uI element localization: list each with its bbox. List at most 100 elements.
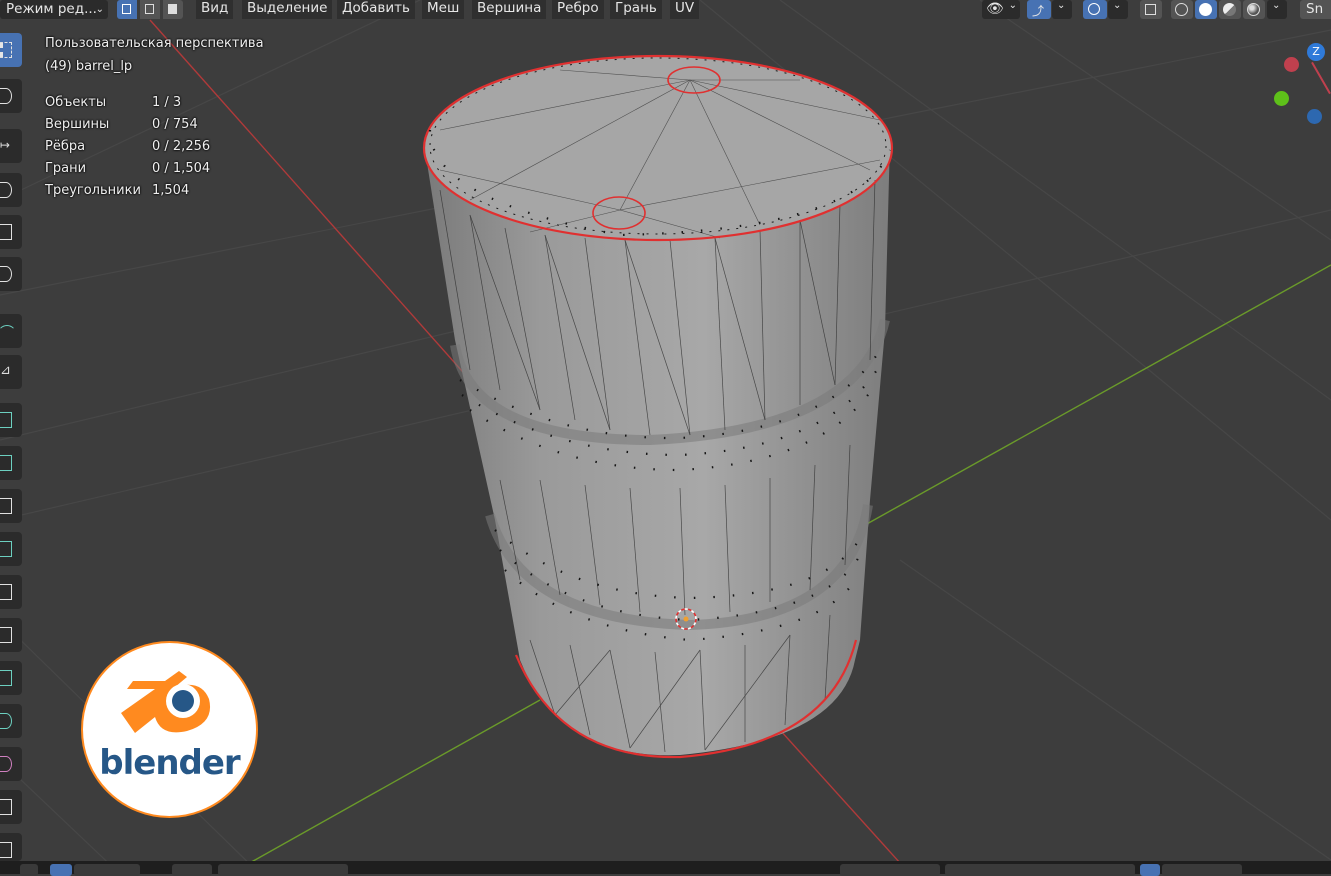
blender-logo: blender bbox=[81, 641, 258, 818]
wireframe-shading-icon bbox=[1175, 3, 1188, 16]
menu-add[interactable]: Добавить bbox=[337, 0, 415, 19]
x-neg-axis-handle[interactable] bbox=[1284, 57, 1299, 72]
stat-value-faces: 0 / 1,504 bbox=[152, 161, 211, 176]
edge-select-button[interactable] bbox=[140, 0, 160, 19]
tool-select-box[interactable] bbox=[0, 33, 22, 67]
inset-icon bbox=[0, 498, 12, 514]
overlay-icon bbox=[1088, 3, 1100, 15]
rendered-shading-button[interactable] bbox=[1243, 0, 1265, 19]
wireframe-shading-button[interactable] bbox=[1171, 0, 1193, 19]
y-axis-line bbox=[229, 699, 541, 874]
add-cube-icon bbox=[0, 412, 12, 428]
overlay-dropdown[interactable]: ⌄ bbox=[1108, 0, 1128, 19]
menu-edge[interactable]: Ребро bbox=[552, 0, 604, 19]
x-axis-line-lower bbox=[779, 729, 911, 874]
tool-measure[interactable]: ⊿ bbox=[0, 355, 22, 389]
stat-label-vertices: Вершины bbox=[45, 117, 110, 132]
menu-select[interactable]: Выделение bbox=[242, 0, 333, 19]
rendered-shading-icon bbox=[1247, 3, 1260, 16]
tool-knife[interactable] bbox=[0, 618, 22, 652]
tool-add-cube[interactable] bbox=[0, 403, 22, 437]
stat-label-edges: Рёбра bbox=[45, 139, 86, 154]
overlay-toggle[interactable] bbox=[1083, 0, 1107, 19]
tool-annotate[interactable]: ⌒ bbox=[0, 314, 22, 348]
footer-button[interactable] bbox=[74, 864, 140, 876]
cursor-icon bbox=[0, 88, 12, 104]
tool-smooth[interactable] bbox=[0, 747, 22, 781]
xray-icon bbox=[1145, 4, 1156, 15]
rotate-icon bbox=[0, 182, 12, 198]
vertex-select-icon bbox=[122, 4, 131, 14]
snap-button[interactable]: Sn bbox=[1300, 0, 1331, 19]
tool-scale[interactable] bbox=[0, 215, 22, 249]
smooth-icon bbox=[0, 756, 12, 772]
object-name: (49) barrel_lp bbox=[45, 59, 133, 74]
x-axis-stroke bbox=[1311, 61, 1331, 95]
tool-rotate[interactable] bbox=[0, 173, 22, 207]
visibility-dropdown[interactable]: 👁 ⌄ bbox=[982, 0, 1020, 19]
face-select-button[interactable] bbox=[163, 0, 183, 19]
measure-icon: ⊿ bbox=[0, 363, 11, 378]
xray-toggle[interactable] bbox=[1140, 0, 1162, 19]
tool-move[interactable]: ↦ bbox=[0, 129, 22, 163]
tool-bevel[interactable] bbox=[0, 532, 22, 566]
footer-button[interactable] bbox=[20, 864, 38, 876]
knife-icon bbox=[0, 627, 12, 643]
gizmo-toggle[interactable]: ⤴ bbox=[1027, 0, 1051, 19]
mode-dropdown[interactable]: Режим ред... ⌄ bbox=[0, 0, 108, 19]
z-axis-handle[interactable]: Z bbox=[1307, 43, 1325, 61]
viewport-header: Режим ред... ⌄ Вид Выделение Добавить Ме… bbox=[0, 0, 1331, 20]
stat-label-faces: Грани bbox=[45, 161, 87, 176]
stat-value-objects: 1 / 3 bbox=[152, 95, 182, 110]
solid-shading-button[interactable] bbox=[1195, 0, 1217, 19]
menu-mesh[interactable]: Меш bbox=[422, 0, 465, 19]
footer-toggle[interactable] bbox=[1140, 864, 1160, 876]
spin-icon bbox=[0, 713, 12, 729]
y-axis-handle[interactable] bbox=[1274, 91, 1289, 106]
tool-shelf: ↦ ⌒ ⊿ bbox=[0, 33, 23, 863]
shading-dropdown[interactable]: ⌄ bbox=[1267, 0, 1287, 19]
footer-field[interactable] bbox=[840, 864, 940, 876]
blender-logo-word: blender bbox=[99, 743, 240, 783]
menu-uv[interactable]: UV bbox=[670, 0, 700, 19]
solid-shading-icon bbox=[1199, 3, 1212, 16]
chevron-down-icon: ⌄ bbox=[1008, 0, 1017, 11]
tool-extra[interactable] bbox=[0, 833, 22, 861]
tool-loopcut[interactable] bbox=[0, 575, 22, 609]
chevron-down-icon: ⌄ bbox=[1113, 0, 1122, 11]
stat-value-vertices: 0 / 754 bbox=[152, 117, 198, 132]
tool-extrude[interactable] bbox=[0, 446, 22, 480]
material-shading-icon bbox=[1223, 3, 1236, 16]
barrel-mesh[interactable] bbox=[422, 54, 894, 759]
view-name: Пользовательская перспектива bbox=[45, 36, 264, 51]
loopcut-icon bbox=[0, 584, 12, 600]
tool-shear[interactable] bbox=[0, 790, 22, 824]
y-axis-line-right bbox=[864, 264, 1331, 526]
chevron-down-icon: ⌄ bbox=[1272, 0, 1281, 11]
tool-cursor[interactable] bbox=[0, 79, 22, 113]
annotate-icon: ⌒ bbox=[0, 325, 14, 341]
footer-search[interactable] bbox=[945, 864, 1135, 876]
gizmo-dropdown[interactable]: ⌄ bbox=[1052, 0, 1072, 19]
material-shading-button[interactable] bbox=[1219, 0, 1241, 19]
tool-transform[interactable] bbox=[0, 257, 22, 291]
z-neg-axis-handle[interactable] bbox=[1307, 109, 1322, 124]
status-bar bbox=[0, 861, 1331, 876]
navigation-gizmo[interactable]: Z bbox=[1270, 38, 1331, 138]
bevel-icon bbox=[0, 541, 12, 557]
extrude-icon bbox=[0, 455, 12, 471]
menu-view[interactable]: Вид bbox=[196, 0, 234, 19]
tool-spin[interactable] bbox=[0, 704, 22, 738]
shear-icon bbox=[0, 799, 12, 815]
vertex-select-button[interactable] bbox=[117, 0, 137, 19]
footer-button[interactable] bbox=[1162, 864, 1242, 876]
footer-select-mode-button[interactable] bbox=[50, 864, 72, 876]
menu-face[interactable]: Грань bbox=[610, 0, 662, 19]
menu-vertex[interactable]: Вершина bbox=[472, 0, 547, 19]
tool-inset[interactable] bbox=[0, 489, 22, 523]
stat-value-edges: 0 / 2,256 bbox=[152, 139, 211, 154]
tool-polybuild[interactable] bbox=[0, 661, 22, 695]
footer-button[interactable] bbox=[172, 864, 212, 876]
footer-field[interactable] bbox=[218, 864, 348, 876]
scale-icon bbox=[0, 224, 12, 240]
